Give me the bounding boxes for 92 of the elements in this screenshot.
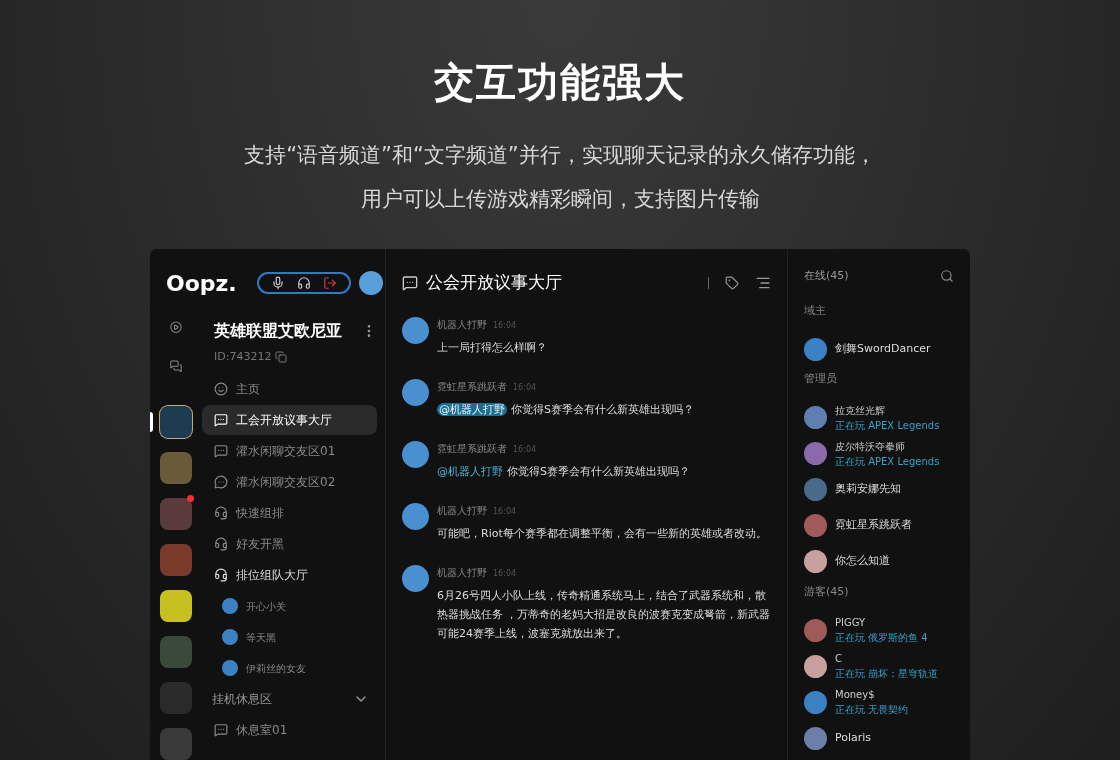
headset-icon [214, 536, 228, 551]
user-avatar [222, 629, 238, 645]
member-avatar [804, 442, 827, 465]
user-avatar [222, 660, 238, 676]
message-author: 霓虹星系跳跃者 [437, 380, 507, 394]
message-text: 上一局打得怎么样啊？ [437, 340, 547, 356]
chat-icon [402, 275, 418, 291]
member-avatar [804, 337, 827, 361]
mention-link[interactable]: @机器人打野 [437, 465, 503, 478]
message-time: 16:04 [513, 444, 537, 456]
member-name[interactable]: 奥莉安娜先知 [835, 481, 901, 498]
member-name[interactable]: PIGGY [835, 615, 928, 630]
selected-indicator [150, 412, 153, 432]
member-name[interactable]: 霓虹星系跳跃者 [835, 517, 912, 534]
message-time: 16:04 [493, 320, 517, 332]
list-icon[interactable] [755, 275, 771, 291]
user-avatar [402, 565, 429, 592]
headphones-button[interactable] [296, 276, 311, 290]
message-author: 霓虹星系跳跃者 [437, 442, 507, 456]
message-text: 可能吧，Riot每个赛季都在调整平衡，会有一些新的英雄或者改动。 [437, 526, 767, 542]
member-status: 正在玩 APEX Legends [835, 418, 940, 433]
server-icon[interactable] [160, 590, 192, 622]
member-status: 正在玩 无畏契约 [835, 703, 909, 717]
headset-icon [214, 505, 228, 520]
subtitle-text: 用户可以上传游戏精彩瞬间，支持图片传输 [360, 185, 760, 213]
channel-item[interactable]: 好友开黑 [202, 528, 377, 559]
group-title: 游客(45) [804, 583, 850, 600]
chat-icon [214, 443, 228, 458]
message-text: @机器人打野 你觉得S赛季会有什么新英雄出现吗？ [437, 464, 690, 480]
channel-item[interactable]: 排位组队大厅 [202, 559, 377, 590]
channel-item[interactable]: 灌水闲聊交友区01 [202, 435, 377, 466]
search-icon[interactable] [940, 268, 954, 283]
member-name[interactable]: 拉克丝光辉 [835, 402, 940, 418]
member-avatar [804, 406, 827, 429]
member-avatar [804, 618, 827, 642]
member-status: 正在玩 俄罗斯的鱼 4 [835, 631, 928, 645]
member-name[interactable]: 你怎么知道 [835, 553, 890, 570]
voice-user-name[interactable]: 等天黑 [246, 629, 276, 645]
message-time: 16:04 [513, 382, 537, 394]
chat-icon [214, 474, 228, 489]
leave-button[interactable] [322, 276, 337, 290]
home-icon [214, 381, 228, 396]
chat-icon [214, 722, 228, 737]
channel-item[interactable]: 休息室01 [202, 714, 377, 745]
app-logo: Oopz. [166, 269, 237, 298]
member-avatar [804, 726, 827, 750]
page-title: 交互功能强大 [434, 58, 686, 107]
message-time: 16:04 [493, 568, 517, 580]
chat-icon [214, 412, 228, 427]
channel-title: 公会开放议事大厅 [426, 271, 563, 295]
member-name[interactable]: 剑舞SwordDancer [835, 340, 931, 358]
message-author: 机器人打野 [437, 504, 487, 518]
tag-icon[interactable] [725, 276, 739, 290]
member-avatar [804, 654, 827, 678]
online-count: 在线(45) [804, 267, 849, 284]
message-author: 机器人打野 [437, 566, 487, 580]
guild-id: ID:743212 [214, 349, 272, 365]
voice-user-name[interactable]: 开心小关 [246, 598, 286, 614]
channel-item[interactable]: 快速组排 [202, 497, 377, 528]
member-name[interactable]: Money$ [835, 687, 909, 702]
user-avatar [402, 441, 429, 468]
member-name[interactable]: 皮尔特沃夺拳师 [835, 438, 940, 454]
member-name[interactable]: C [835, 651, 939, 666]
member-avatar [804, 478, 827, 501]
member-avatar [804, 690, 827, 714]
message-text: 6月26号四人小队上线，传奇精通系统马上，结合了武器系统和，散热器挑战任务 ，万蒂奇的老妈大招是改良的波赛克变成弩箭，新武器可能24赛季上线，波塞克就放出来了。 [437, 588, 771, 642]
channel-item[interactable]: 主页 [202, 373, 377, 404]
message-text: @机器人打野 你觉得S赛季会有什么新英雄出现吗？ [437, 402, 694, 418]
member-status: 正在玩 APEX Legends [835, 454, 940, 469]
member-status: 正在玩 崩坏：星穹轨道 [835, 667, 939, 681]
headset-icon [214, 567, 228, 582]
user-avatar [402, 317, 429, 344]
mention-link[interactable]: @机器人打野 [437, 403, 507, 416]
group-title: 域主 [804, 302, 827, 319]
subtitle-text: 支持“语音频道”和“文字频道”并行，实现聊天记录的永久储存功能， [244, 142, 876, 169]
channel-item[interactable]: 工会开放议事大厅 [202, 404, 377, 435]
copy-icon[interactable] [275, 351, 288, 364]
member-avatar [804, 514, 827, 537]
message-author: 机器人打野 [437, 318, 487, 332]
channel-category[interactable]: 挂机休息区 [202, 683, 377, 715]
user-avatar [402, 503, 429, 530]
group-title: 管理员 [804, 371, 838, 387]
user-avatar [402, 379, 429, 406]
user-avatar[interactable] [358, 271, 383, 295]
user-avatar [222, 598, 238, 614]
mic-button[interactable] [270, 276, 285, 290]
guild-name: 英雄联盟艾欧尼亚 [214, 320, 342, 342]
voice-user-name[interactable]: 伊莉丝的女友 [246, 660, 306, 676]
member-avatar [804, 550, 827, 573]
message-time: 16:04 [493, 506, 517, 518]
member-name[interactable]: Polaris [835, 729, 872, 747]
channel-item[interactable]: 灌水闲聊交友区02 [202, 466, 377, 497]
